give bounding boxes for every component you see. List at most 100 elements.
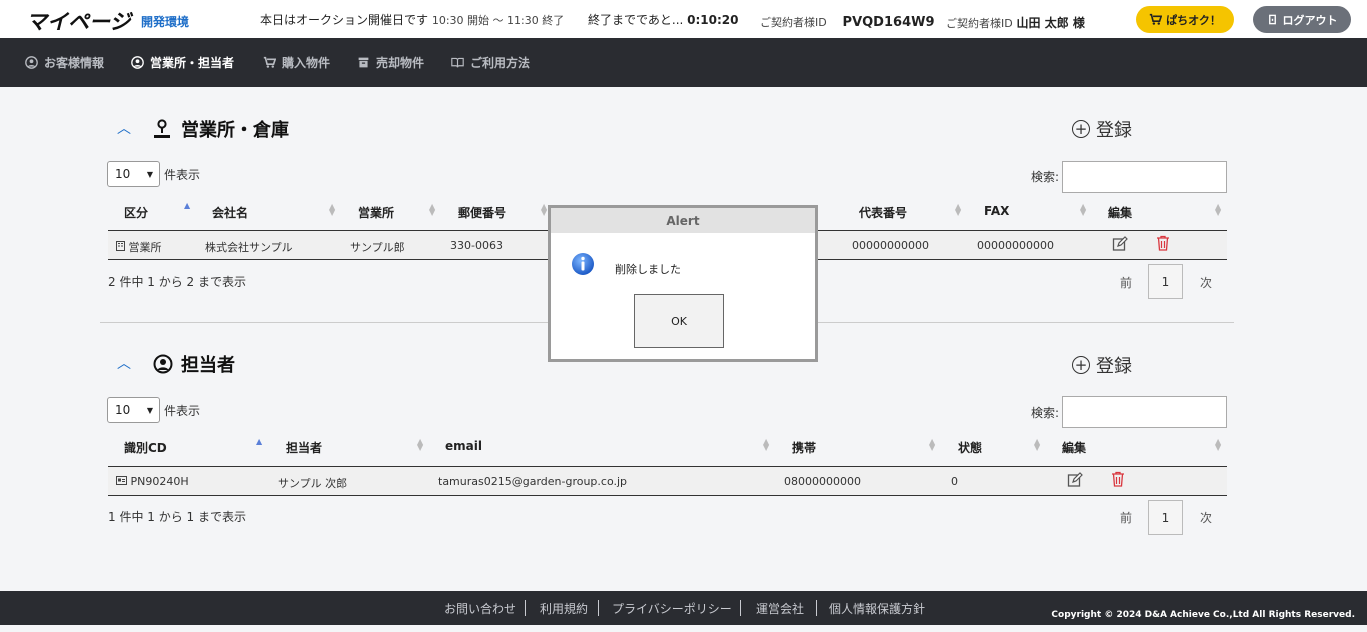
- sort-icon: ▲ ▼: [763, 437, 770, 452]
- nav-item-office-staff[interactable]: 営業所・担当者: [131, 54, 234, 71]
- col-header-staff[interactable]: 担当者: [286, 439, 322, 456]
- staff-prev-button[interactable]: 前: [1120, 509, 1132, 526]
- plus-circle-icon: +: [1072, 120, 1090, 138]
- staff-search-label: 検索:: [1031, 406, 1060, 420]
- auction-time: 10:30 開始 〜 11:30 終了: [431, 14, 565, 27]
- office-title-text: 営業所・倉庫: [181, 120, 289, 141]
- remaining-label: 終了までであと...: [588, 13, 684, 27]
- table-row: PN90240H サンプル 次郎 tamuras0215@garden-grou…: [108, 466, 1227, 496]
- office-search-input[interactable]: [1062, 161, 1227, 193]
- remaining-value: 0:10:20: [687, 13, 739, 27]
- footer-separator: [525, 600, 526, 616]
- main-nav: お客様情報 営業所・担当者 購入物件 売却物件 ご利用方法: [0, 38, 1367, 87]
- col-header-email[interactable]: email: [445, 439, 482, 453]
- sort-icon: ▲ ▼: [1215, 202, 1222, 217]
- id-value: PN90240H: [130, 475, 189, 488]
- nav-item-label: ご利用方法: [470, 56, 531, 70]
- office-cell: サンプル郎: [350, 241, 405, 254]
- staff-search-input[interactable]: [1062, 396, 1227, 428]
- sort-icon: ▲ ▼: [1034, 437, 1041, 452]
- trash-icon[interactable]: [1110, 471, 1126, 487]
- sort-asc-icon: ▲: [256, 437, 263, 446]
- pachi-oku-button[interactable]: ぱちオク！: [1136, 6, 1234, 33]
- sort-icon: ▲ ▼: [541, 202, 548, 217]
- footer-link-privacy[interactable]: プライバシーポリシー: [612, 600, 732, 617]
- logout-icon: [1268, 14, 1276, 25]
- footer: お問い合わせ 利用規約 プライバシーポリシー 運営会社 個人情報保護方針 Cop…: [0, 591, 1367, 625]
- footer-link-personal-info[interactable]: 個人情報保護方針: [829, 600, 925, 617]
- col-header-mobile[interactable]: 携帯: [792, 439, 816, 456]
- auction-notice-text: 本日はオークション開催日です: [260, 13, 429, 27]
- office-page-1-button[interactable]: 1: [1148, 264, 1183, 299]
- nav-item-label: 購入物件: [282, 56, 331, 70]
- staff-next-button[interactable]: 次: [1200, 509, 1212, 526]
- dialog-title: Alert: [551, 208, 815, 233]
- register-label: 登録: [1096, 356, 1132, 377]
- user-pin-icon: [154, 119, 170, 138]
- collapse-office-icon[interactable]: ︿: [117, 118, 131, 138]
- col-header-tel[interactable]: 代表番号: [859, 204, 907, 221]
- id-card-icon: [116, 476, 127, 485]
- staff-title-text: 担当者: [181, 355, 235, 376]
- nav-item-sold[interactable]: 売却物件: [357, 54, 424, 71]
- top-header: マイページ 開発環境 本日はオークション開催日です 10:30 開始 〜 11:…: [0, 0, 1367, 38]
- cart-icon: [1149, 13, 1163, 25]
- col-header-id[interactable]: 識別CD: [124, 439, 167, 456]
- environment-label: 開発環境: [141, 15, 190, 29]
- collapse-staff-icon[interactable]: ︿: [117, 353, 131, 373]
- office-register-button[interactable]: + 登録: [1072, 116, 1132, 142]
- nav-item-usage-guide[interactable]: ご利用方法: [451, 54, 530, 71]
- col-header-status[interactable]: 状態: [958, 439, 982, 456]
- register-label: 登録: [1096, 120, 1132, 141]
- alert-dialog: Alert 削除しました OK: [548, 205, 818, 362]
- contract-id: ご契約者様ID PVQD164W9: [760, 14, 935, 30]
- nav-item-customer-info[interactable]: お客様情報: [25, 54, 104, 71]
- chevron-down-icon: ▼: [146, 406, 153, 415]
- nav-item-label: お客様情報: [44, 56, 105, 70]
- office-prev-button[interactable]: 前: [1120, 274, 1132, 291]
- office-search-label: 検索:: [1031, 170, 1060, 184]
- footer-link-terms[interactable]: 利用規約: [540, 600, 588, 617]
- id-cell: PN90240H: [116, 475, 189, 488]
- logout-label: ログアウト: [1282, 13, 1338, 27]
- company-cell: 株式会社サンプル: [205, 241, 293, 254]
- staff-section-title: 担当者: [153, 351, 235, 377]
- logout-button[interactable]: ログアウト: [1253, 6, 1351, 33]
- page-size-value: 10: [115, 403, 131, 417]
- col-header-kubun[interactable]: 区分: [124, 204, 148, 221]
- sort-icon: ▲ ▼: [429, 202, 436, 217]
- edit-icon[interactable]: [1067, 472, 1083, 488]
- nav-item-purchased[interactable]: 購入物件: [263, 54, 330, 71]
- col-header-office[interactable]: 営業所: [358, 204, 394, 221]
- page-size-suffix: 件表示: [164, 168, 201, 182]
- ok-button[interactable]: OK: [634, 294, 724, 348]
- site-logo[interactable]: マイページ: [26, 6, 131, 36]
- plus-circle-icon: +: [1072, 356, 1090, 374]
- pachi-oku-label: ぱちオク！: [1166, 13, 1221, 27]
- footer-link-company[interactable]: 運営会社: [756, 600, 804, 617]
- remaining-time: 終了までであと... 0:10:20: [588, 11, 739, 28]
- trash-icon[interactable]: [1155, 235, 1171, 251]
- col-header-edit: 編集: [1108, 206, 1133, 220]
- user-circle-icon: [25, 56, 38, 69]
- user-circle-icon: [153, 354, 173, 374]
- user-circle-icon: [131, 56, 144, 69]
- col-header-company[interactable]: 会社名: [212, 204, 248, 221]
- office-next-button[interactable]: 次: [1200, 274, 1212, 291]
- staff-table-info: 1 件中 1 から 1 まで表示: [108, 510, 246, 524]
- contract-id-value: PVQD164W9: [842, 15, 935, 30]
- footer-link-contact[interactable]: お問い合わせ: [444, 600, 516, 617]
- fax-cell: 00000000000: [977, 239, 1054, 252]
- col-header-edit: 編集: [1062, 441, 1087, 455]
- staff-page-1-button[interactable]: 1: [1148, 500, 1183, 535]
- edit-icon[interactable]: [1112, 236, 1128, 252]
- kubun-value: 営業所: [128, 241, 162, 254]
- office-page-size-select[interactable]: 10 ▼: [107, 161, 160, 187]
- col-header-fax[interactable]: FAX: [984, 204, 1009, 218]
- staff-page-size-select[interactable]: 10 ▼: [107, 397, 160, 423]
- office-section-title: 営業所・倉庫: [153, 116, 289, 142]
- footer-separator: [816, 600, 817, 616]
- staff-register-button[interactable]: + 登録: [1072, 352, 1132, 378]
- contract-name: ご契約者様ID 山田 太郎 様: [946, 14, 1085, 31]
- col-header-zip[interactable]: 郵便番号: [458, 204, 506, 221]
